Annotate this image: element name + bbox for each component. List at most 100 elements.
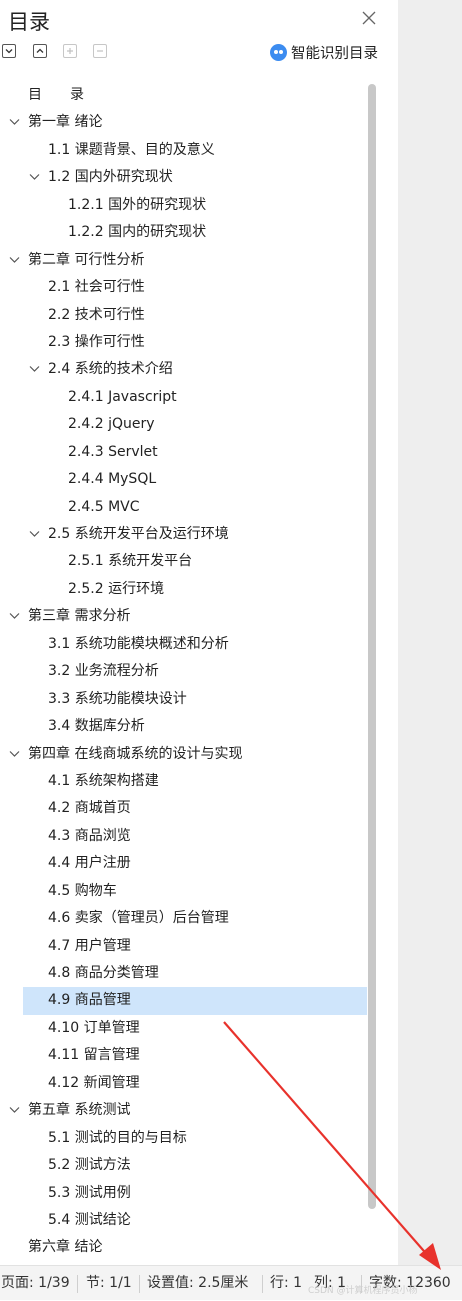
toc-section-item[interactable]: 5.2 测试方法 (0, 1152, 370, 1179)
smart-toc-button[interactable]: 智能识别目录 (270, 42, 378, 62)
toc-chapter-item[interactable]: 第四章 在线商城系统的设计与实现 (0, 741, 370, 768)
toc-section-item[interactable]: 3.3 系统功能模块设计 (0, 686, 370, 713)
toc-item-label: 第四章 在线商城系统的设计与实现 (28, 745, 243, 762)
toc-section-item[interactable]: 3.4 数据库分析 (0, 713, 370, 740)
toc-section-item[interactable]: 4.1 系统架构搭建 (0, 768, 370, 795)
toc-subsection-item[interactable]: 2.4.4 MySQL (0, 466, 370, 493)
chevron-down-icon[interactable] (29, 530, 40, 538)
toc-section-item[interactable]: 4.9 商品管理 (0, 987, 370, 1016)
chevron-down-icon[interactable] (9, 118, 20, 126)
toc-item-label: 2.4.1 Javascript (68, 388, 177, 405)
remove-heading-button[interactable] (93, 44, 107, 58)
toc-section-item[interactable]: 4.6 卖家（管理员）后台管理 (0, 905, 370, 932)
toc-subsection-item[interactable]: 2.5.1 系统开发平台 (0, 548, 370, 575)
expand-all-button[interactable] (2, 44, 16, 58)
toc-list: 目 录第一章 绪论 1.1 课题背景、目的及意义 1.2 国内外研究现状 1.2.1 … (0, 82, 370, 1262)
status-page[interactable]: 页面: 1/39 (1, 1266, 70, 1301)
toc-item-label: 4.2 商城首页 (48, 800, 131, 817)
toc-section-item[interactable]: 4.10 订单管理 (0, 1015, 370, 1042)
smart-recognize-icon (270, 43, 287, 61)
toc-section-item[interactable]: 4.2 商城首页 (0, 795, 370, 822)
toc-item-label: 第一章 绪论 (28, 114, 103, 131)
chevron-down-icon[interactable] (9, 750, 20, 758)
toc-item-label: 5.3 测试用例 (48, 1184, 131, 1201)
toc-section-item[interactable]: 2.5 系统开发平台及运行环境 (0, 521, 370, 548)
toc-subsection-item[interactable]: 2.5.2 运行环境 (0, 576, 370, 603)
toc-item-label: 3.1 系统功能模块概述和分析 (48, 635, 229, 652)
toc-subsection-item[interactable]: 1.2.2 国内的研究现状 (0, 219, 370, 246)
toc-item-label: 2.5 系统开发平台及运行环境 (48, 526, 229, 542)
toc-section-item[interactable]: 2.4 系统的技术介绍 (0, 356, 370, 383)
toc-section-item[interactable]: 4.5 购物车 (0, 878, 370, 905)
toc-section-item[interactable]: 5.3 测试用例 (0, 1180, 370, 1207)
toc-chapter-item[interactable]: 第五章 系统测试 (0, 1097, 370, 1124)
toc-section-item[interactable]: 4.3 商品浏览 (0, 823, 370, 850)
toc-chapter-item[interactable]: 目 录 (0, 82, 370, 109)
chevron-down-icon[interactable] (29, 365, 40, 373)
toc-subsection-item[interactable]: 1.2.1 国外的研究现状 (0, 192, 370, 219)
toc-item-label: 1.2.2 国内的研究现状 (68, 224, 207, 241)
toc-item-label: 第六章 结论 (28, 1239, 103, 1256)
status-separator (139, 1275, 140, 1293)
toc-subsection-item[interactable]: 2.4.3 Servlet (0, 439, 370, 466)
toc-chapter-item[interactable]: 第二章 可行性分析 (0, 247, 370, 274)
toc-item-label: 第二章 可行性分析 (28, 251, 145, 268)
toc-section-item[interactable]: 1.1 课题背景、目的及意义 (0, 137, 370, 164)
toc-item-label: 4.3 商品浏览 (48, 827, 131, 844)
toc-section-item[interactable]: 4.12 新闻管理 (0, 1070, 370, 1097)
status-separator (262, 1275, 263, 1293)
toc-section-item[interactable]: 4.7 用户管理 (0, 933, 370, 960)
toc-item-label: 第五章 系统测试 (28, 1102, 131, 1119)
toc-item-label: 2.4.2 jQuery (68, 416, 155, 433)
toc-section-item[interactable]: 4.8 商品分类管理 (0, 960, 370, 987)
toc-item-label: 4.9 商品管理 (48, 992, 131, 1009)
toc-subsection-item[interactable]: 2.4.2 jQuery (0, 411, 370, 438)
toc-section-item[interactable]: 2.1 社会可行性 (0, 274, 370, 301)
chevron-up-box-icon (36, 48, 44, 53)
toc-item-label: 4.6 卖家（管理员）后台管理 (48, 910, 229, 927)
toc-chapter-item[interactable]: 第一章 绪论 (0, 109, 370, 136)
toc-item-label: 第三章 需求分析 (28, 608, 131, 625)
toc-item-label: 1.1 课题背景、目的及意义 (48, 141, 215, 158)
toc-panel: 目录 智能识别目录 目 录第一章 绪论 1.1 课题背景、目的及意义 1.2 国… (0, 0, 398, 1265)
status-separator (77, 1275, 78, 1293)
close-icon (362, 11, 376, 25)
toc-section-item[interactable]: 1.2 国内外研究现状 (0, 164, 370, 191)
close-button[interactable] (360, 9, 378, 27)
smart-toc-label: 智能识别目录 (291, 45, 378, 62)
toc-item-label: 3.2 业务流程分析 (48, 663, 159, 680)
toc-item-label: 4.8 商品分类管理 (48, 965, 159, 981)
toc-item-label: 4.10 订单管理 (48, 1019, 140, 1036)
toc-item-label: 3.4 数据库分析 (48, 718, 145, 735)
status-section[interactable]: 节: 1/1 (86, 1266, 132, 1301)
toc-item-label: 4.11 留言管理 (48, 1047, 140, 1064)
collapse-all-button[interactable] (33, 44, 47, 58)
status-setting[interactable]: 设置值: 2.5厘米 (147, 1266, 248, 1301)
scrollbar-thumb[interactable] (368, 84, 376, 1209)
toc-item-label: 1.2 国内外研究现状 (48, 169, 173, 186)
toc-chapter-item[interactable]: 第三章 需求分析 (0, 603, 370, 630)
toc-section-item[interactable]: 2.3 操作可行性 (0, 329, 370, 356)
toc-item-label: 2.4.3 Servlet (68, 443, 158, 460)
toc-scrollbar[interactable] (367, 84, 377, 1209)
chevron-down-icon[interactable] (9, 256, 20, 264)
toc-subsection-item[interactable]: 2.4.1 Javascript (0, 384, 370, 411)
add-heading-button[interactable] (63, 44, 77, 58)
toc-section-item[interactable]: 3.1 系统功能模块概述和分析 (0, 631, 370, 658)
toc-subsection-item[interactable]: 2.4.5 MVC (0, 494, 370, 521)
toc-section-item[interactable]: 3.2 业务流程分析 (0, 658, 370, 685)
chevron-down-icon[interactable] (9, 1106, 20, 1114)
toc-item-label: 2.5.2 运行环境 (68, 580, 165, 597)
toc-section-item[interactable]: 5.1 测试的目的与目标 (0, 1125, 370, 1152)
toc-item-label: 目 录 (28, 87, 84, 103)
toc-item-label: 2.2 技术可行性 (48, 306, 145, 323)
chevron-down-icon[interactable] (9, 612, 20, 620)
plus-box-icon (67, 48, 73, 54)
toc-section-item[interactable]: 5.4 测试结论 (0, 1207, 370, 1234)
chevron-down-icon[interactable] (29, 173, 40, 181)
toc-section-item[interactable]: 2.2 技术可行性 (0, 302, 370, 329)
toc-chapter-item[interactable]: 第六章 结论 (0, 1234, 370, 1261)
status-row[interactable]: 行: 1 (270, 1266, 302, 1301)
toc-section-item[interactable]: 4.11 留言管理 (0, 1042, 370, 1069)
toc-section-item[interactable]: 4.4 用户注册 (0, 850, 370, 877)
